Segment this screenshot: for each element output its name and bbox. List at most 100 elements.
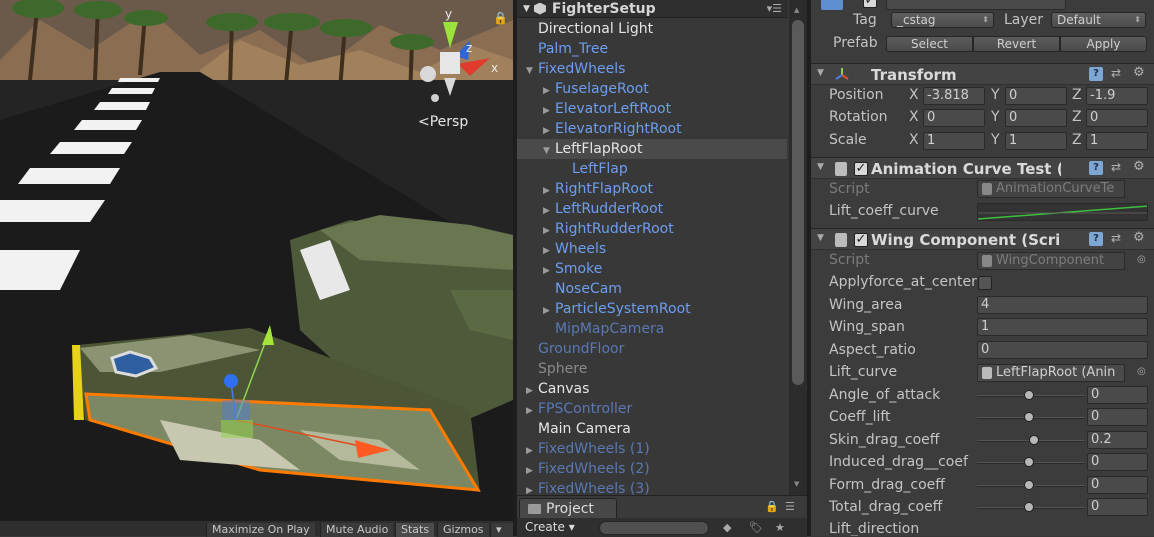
hierarchy-item[interactable]: ▶ RightRudderRoot [517,219,787,239]
lift-coeff-curve-field[interactable] [977,203,1148,221]
preset-icon[interactable]: ⇄ [1111,160,1121,174]
collapsed-arrow-icon[interactable]: ▶ [543,81,555,101]
induced-drag-field[interactable]: 0 [1087,453,1148,471]
create-button[interactable]: Create ▾ [525,520,575,534]
object-picker-icon[interactable]: ◎ [1137,366,1146,377]
scroll-down-icon[interactable]: ▼ [794,480,799,488]
hierarchy-item[interactable]: ▶ Wheels [517,239,787,259]
help-icon[interactable]: ? [1089,232,1103,246]
position-y-field[interactable]: 0 [1005,87,1067,105]
maximize-on-play-button[interactable]: Maximize On Play [206,523,315,537]
scroll-up-icon[interactable]: ▲ [794,6,799,14]
component-enabled-checkbox[interactable]: ✓ [854,162,868,176]
collapsed-arrow-icon[interactable]: ▶ [526,481,538,495]
applyforce-checkbox[interactable]: ✓ [978,276,992,290]
project-search-input[interactable] [599,521,709,535]
object-name-field[interactable] [886,0,1066,10]
collapsed-arrow-icon[interactable]: ▶ [526,441,538,461]
hierarchy-item[interactable]: ▶ ParticleSystemRoot [517,299,787,319]
hierarchy-item[interactable]: ▶ Smoke [517,259,787,279]
scrollbar-thumb[interactable] [792,20,804,385]
component-enabled-checkbox[interactable]: ✓ [854,233,868,247]
collapse-arrow-icon[interactable]: ▼ [817,68,824,78]
total-drag-field[interactable]: 0 [1087,498,1148,516]
aspect-ratio-field[interactable]: 0 [977,341,1148,359]
hierarchy-item[interactable]: LeftFlap [517,159,787,179]
transform-header[interactable]: ▼ Transform ? ⇄ ⚙ [811,63,1154,85]
slider-knob[interactable] [1024,457,1034,467]
hierarchy-item[interactable]: ▶ FPSController [517,399,787,419]
hierarchy-item[interactable]: ▶ FixedWheels (3) [517,479,787,495]
form-drag-field[interactable]: 0 [1087,476,1148,494]
collapsed-arrow-icon[interactable]: ▶ [543,201,555,221]
hierarchy-item[interactable]: ▶ ElevatorLeftRoot [517,99,787,119]
hierarchy-item[interactable]: Directional Light [517,19,787,39]
hierarchy-item[interactable]: NoseCam [517,279,787,299]
gear-icon[interactable]: ⚙ [1133,159,1145,174]
gear-icon[interactable]: ⚙ [1133,65,1145,80]
position-z-field[interactable]: -1.9 [1086,87,1148,105]
collapsed-arrow-icon[interactable]: ▶ [543,121,555,141]
gizmos-button[interactable]: Gizmos [437,523,489,537]
preset-icon[interactable]: ⇄ [1111,231,1121,245]
hierarchy-scrollbar[interactable]: ▲ ▼ [789,0,807,495]
angle-of-attack-field[interactable]: 0 [1087,386,1148,404]
hierarchy-item[interactable]: Palm_Tree [517,39,787,59]
favorite-star-icon[interactable]: ★ [775,521,789,534]
hierarchy-item[interactable]: ▶ FuselageRoot [517,79,787,99]
wing-component-header[interactable]: ▼ ✓ Wing Component (Scrip ? ⇄ ⚙ [811,228,1154,250]
rotation-x-field[interactable]: 0 [923,109,985,127]
layer-dropdown[interactable]: Default ⬍ [1051,12,1146,28]
slider-knob[interactable] [1024,480,1034,490]
scale-y-field[interactable]: 1 [1005,132,1067,150]
filter-label-icon[interactable]: 🏷 [749,521,763,534]
hierarchy-item[interactable]: ▼ FixedWheels [517,59,787,79]
collapsed-arrow-icon[interactable]: ▶ [526,461,538,481]
help-icon[interactable]: ? [1089,67,1103,81]
collapse-arrow-icon[interactable]: ▼ [817,162,824,172]
scene-render[interactable]: y z x 🔒 [0,0,513,520]
collapsed-arrow-icon[interactable]: ▶ [543,101,555,121]
coeff-lift-field[interactable]: 0 [1087,408,1148,426]
collapsed-arrow-icon[interactable]: ▶ [543,301,555,321]
slider-knob[interactable] [1024,412,1034,422]
hierarchy-menu-icon[interactable]: ▾☰ [767,2,782,15]
hierarchy-item[interactable]: ▼ LeftFlapRoot [517,139,787,159]
prefab-revert-button[interactable]: Revert [973,36,1060,52]
hierarchy-item[interactable]: ▶ FixedWheels (1) [517,439,787,459]
filter-type-icon[interactable]: ◆ [723,521,737,534]
tag-dropdown[interactable]: _cstag ⬍ [891,12,994,28]
active-checkbox[interactable]: ✓ [863,0,877,8]
object-picker-icon[interactable]: ◎ [1137,254,1146,265]
collapsed-arrow-icon[interactable]: ▶ [526,401,538,421]
hierarchy-item[interactable]: GroundFloor [517,339,787,359]
prefab-apply-button[interactable]: Apply [1060,36,1147,52]
wing-span-field[interactable]: 1 [977,318,1148,336]
scale-z-field[interactable]: 1 [1086,132,1148,150]
lock-icon[interactable]: 🔒 [765,500,779,513]
persp-label[interactable]: <Persp [418,114,468,130]
hierarchy-item[interactable]: ▶ LeftRudderRoot [517,199,787,219]
mute-audio-button[interactable]: Mute Audio [320,523,394,537]
stats-button[interactable]: Stats [395,523,435,537]
expanded-arrow-icon[interactable]: ▼ [543,141,555,161]
rotation-z-field[interactable]: 0 [1086,109,1148,127]
wing-area-field[interactable]: 4 [977,296,1148,314]
expanded-arrow-icon[interactable]: ▼ [526,61,538,81]
position-x-field[interactable]: -3.818 [923,87,985,105]
rotation-y-field[interactable]: 0 [1005,109,1067,127]
slider-knob[interactable] [1024,502,1034,512]
animation-curve-test-header[interactable]: ▼ ✓ Animation Curve Test (S ? ⇄ ⚙ [811,157,1154,179]
prefab-select-button[interactable]: Select [886,36,973,52]
collapsed-arrow-icon[interactable]: ▶ [543,261,555,281]
collapse-arrow-icon[interactable]: ▼ [817,233,824,243]
skin-drag-field[interactable]: 0.2 [1087,431,1148,449]
tab-project[interactable]: Project [519,498,617,518]
collapse-arrow-icon[interactable]: ▼ [523,4,530,14]
collapsed-arrow-icon[interactable]: ▶ [526,381,538,401]
gear-icon[interactable]: ⚙ [1133,230,1145,245]
slider-knob[interactable] [1029,435,1039,445]
collapsed-arrow-icon[interactable]: ▶ [543,241,555,261]
scene-view[interactable]: y z x 🔒 <Persp [0,0,513,520]
hierarchy-scene-header[interactable]: ▼ FighterSetup ▾☰ [517,0,788,18]
